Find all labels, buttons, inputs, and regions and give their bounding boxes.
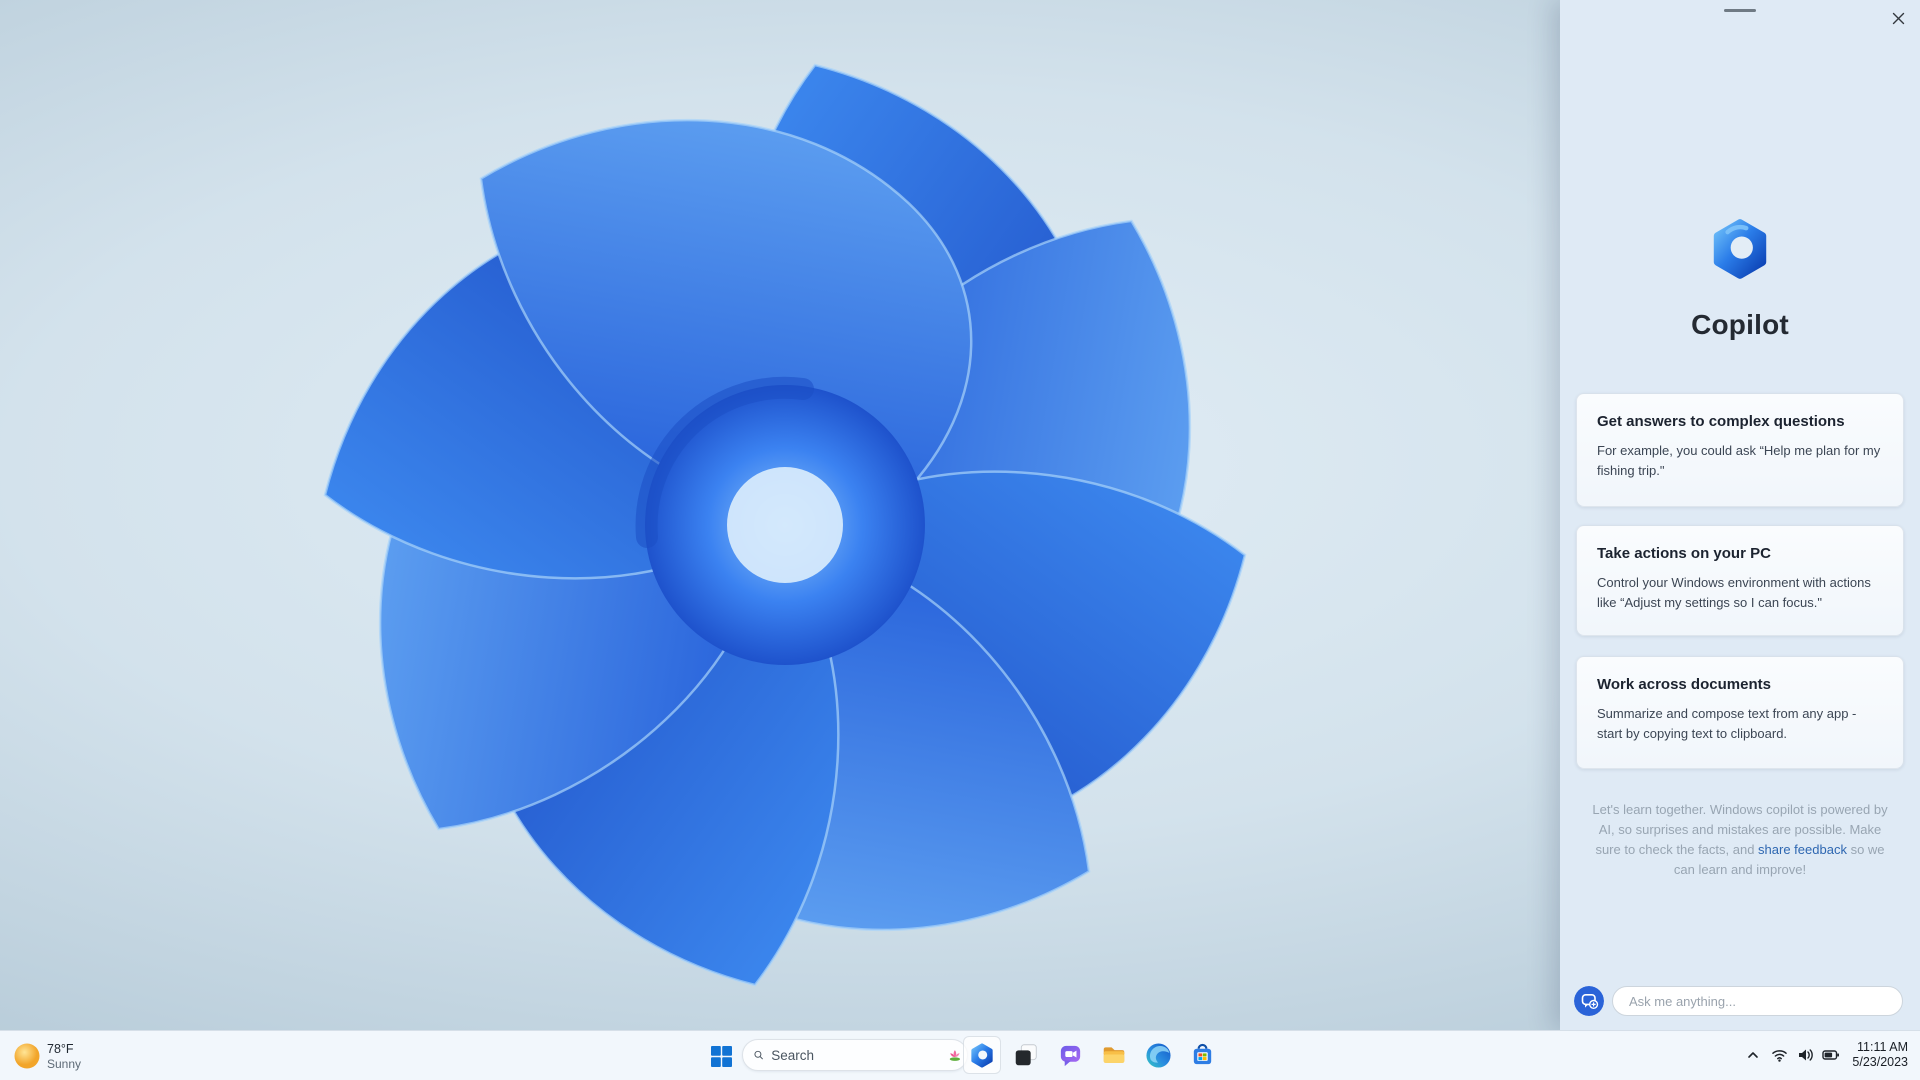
tray-chevron-button[interactable] <box>1740 1035 1766 1075</box>
wifi-icon <box>1772 1050 1787 1062</box>
taskbar-app-store[interactable] <box>1183 1036 1221 1074</box>
sun-icon <box>14 1043 40 1069</box>
speaker-icon <box>1798 1049 1813 1061</box>
edge-browser-icon <box>1145 1042 1171 1068</box>
search-box[interactable] <box>742 1039 968 1071</box>
card-body: For example, you could ask “Help me plan… <box>1597 443 1881 478</box>
copilot-title: Copilot <box>1691 309 1789 340</box>
file-explorer-icon <box>1103 1047 1125 1063</box>
tray-volume-button[interactable] <box>1792 1035 1818 1075</box>
copilot-panel: Copilot Get answers to complex questions… <box>1560 0 1920 1030</box>
weather-widget[interactable]: 78°F Sunny <box>8 1036 108 1076</box>
start-button[interactable] <box>702 1037 740 1075</box>
taskbar-app-edge[interactable] <box>1139 1036 1177 1074</box>
windows-logo-icon <box>710 1045 732 1067</box>
time: 11:11 AM <box>1857 1040 1908 1054</box>
taskbar-app-task-view[interactable] <box>1007 1036 1045 1074</box>
task-view-icon <box>1015 1044 1037 1066</box>
drag-handle-icon[interactable] <box>1724 9 1756 12</box>
card-title: Get answers to complex questions <box>1597 413 1845 430</box>
share-feedback-link[interactable]: share feedback <box>1758 842 1847 857</box>
suggestion-card-actions[interactable]: Take actions on your PC Control your Win… <box>1576 525 1904 636</box>
taskbar-app-chat[interactable] <box>1051 1036 1089 1074</box>
tray-battery-button[interactable] <box>1818 1035 1844 1075</box>
battery-icon <box>1822 1050 1840 1060</box>
weather-text: 78°F Sunny <box>47 1042 81 1071</box>
taskbar-app-copilot[interactable] <box>963 1036 1001 1074</box>
copilot-logo-icon <box>1713 219 1767 279</box>
chevron-up-icon <box>1748 1052 1759 1058</box>
card-title: Take actions on your PC <box>1597 545 1771 562</box>
ai-disclaimer: Let's learn together. Windows copilot is… <box>1590 800 1890 880</box>
suggestion-card-documents[interactable]: Work across documents Summarize and comp… <box>1576 656 1904 769</box>
bloom-wallpaper-art <box>323 63 1247 987</box>
weather-condition: Sunny <box>47 1056 82 1071</box>
search-input[interactable] <box>771 1047 949 1063</box>
clock[interactable]: 11:11 AM 5/23/2023 <box>1852 1040 1908 1070</box>
chat-icon <box>1060 1045 1080 1066</box>
tray-wifi-button[interactable] <box>1766 1035 1792 1075</box>
card-body: Summarize and compose text from any app … <box>1597 706 1857 741</box>
close-icon <box>1892 12 1904 24</box>
card-body: Control your Windows environment with ac… <box>1597 575 1871 610</box>
microsoft-store-icon <box>1193 1043 1211 1064</box>
copilot-app-icon <box>971 1042 993 1068</box>
suggestion-card-answers[interactable]: Get answers to complex questions For exa… <box>1576 393 1904 507</box>
card-title: Work across documents <box>1597 676 1771 693</box>
system-tray: 11:11 AM 5/23/2023 <box>1740 1030 1920 1080</box>
close-button[interactable] <box>1884 4 1912 32</box>
date: 5/23/2023 <box>1852 1055 1908 1069</box>
new-chat-button[interactable] <box>1574 986 1604 1016</box>
lotus-flower-icon[interactable] <box>948 1043 962 1067</box>
taskbar-app-file-explorer[interactable] <box>1095 1036 1133 1074</box>
search-icon <box>754 1050 763 1060</box>
ask-me-anything-input[interactable] <box>1612 986 1903 1016</box>
weather-temperature: 78°F <box>47 1041 74 1056</box>
